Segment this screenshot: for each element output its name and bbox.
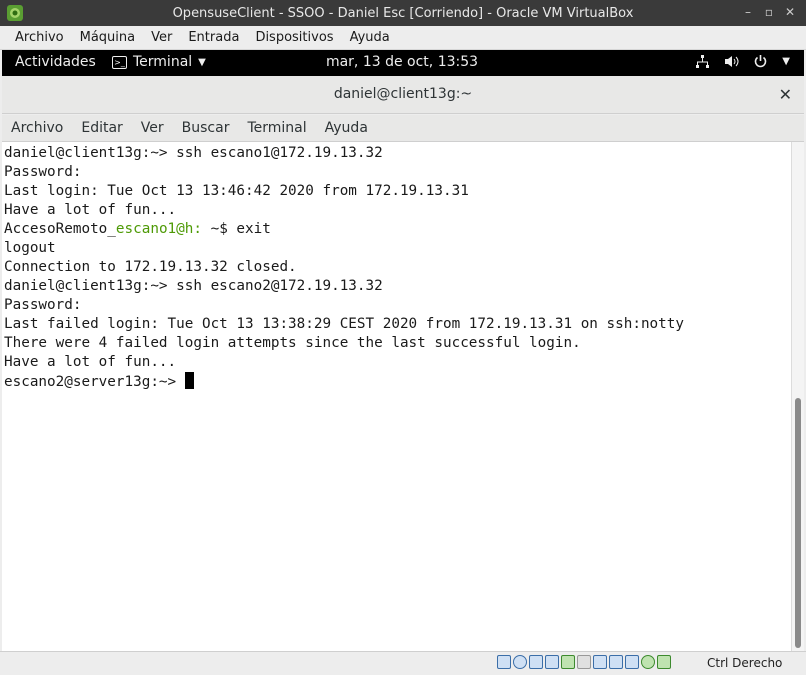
- terminal-line: logout: [4, 240, 56, 256]
- remote-prompt-user: escano1@h:: [115, 221, 202, 237]
- status-icons: [497, 655, 671, 669]
- virtualization-icon[interactable]: [625, 655, 639, 669]
- term-menu-editar[interactable]: Editar: [72, 120, 131, 136]
- optical-drive-icon[interactable]: [513, 655, 527, 669]
- window-title: OpensuseClient - SSOO - Daniel Esc [Corr…: [172, 5, 634, 21]
- terminal-menubar: Archivo Editar Ver Buscar Terminal Ayuda: [2, 115, 804, 142]
- terminal-scrollbar[interactable]: [791, 142, 804, 651]
- terminal-line: Last login: Tue Oct 13 13:46:42 2020 fro…: [4, 183, 469, 199]
- terminal-line: There were 4 failed login attempts since…: [4, 335, 581, 351]
- usb-icon[interactable]: [561, 655, 575, 669]
- maximize-icon[interactable]: ▫: [761, 4, 777, 20]
- current-prompt: escano2@server13g:~>: [4, 374, 185, 390]
- keyboard-capture-icon[interactable]: [657, 655, 671, 669]
- menu-maquina[interactable]: Máquina: [72, 30, 144, 45]
- terminal-line: daniel@client13g:~> ssh escano1@172.19.1…: [4, 145, 383, 161]
- chevron-down-icon: ▼: [782, 56, 790, 67]
- terminal-line: Have a lot of fun...: [4, 202, 177, 218]
- video-capture-icon[interactable]: [609, 655, 623, 669]
- vbox-menubar: Archivo Máquina Ver Entrada Dispositivos…: [0, 26, 806, 50]
- menu-dispositivos[interactable]: Dispositivos: [247, 30, 341, 45]
- audio-icon[interactable]: [529, 655, 543, 669]
- network-icon[interactable]: [545, 655, 559, 669]
- terminal-output[interactable]: daniel@client13g:~> ssh escano1@172.19.1…: [2, 142, 791, 651]
- terminal-line: Last failed login: Tue Oct 13 13:38:29 C…: [4, 316, 684, 332]
- shared-folders-icon[interactable]: [577, 655, 591, 669]
- terminal-line: AccesoRemoto_escano1@h: ~$ exit: [4, 220, 791, 239]
- term-menu-buscar[interactable]: Buscar: [173, 120, 239, 136]
- remote-prompt-prefix: AccesoRemoto_: [4, 221, 116, 237]
- menu-ayuda[interactable]: Ayuda: [342, 30, 398, 45]
- terminal-line: daniel@client13g:~> ssh escano2@172.19.1…: [4, 278, 383, 294]
- close-icon[interactable]: ✕: [779, 85, 792, 104]
- term-menu-ayuda[interactable]: Ayuda: [316, 120, 377, 136]
- minimize-icon[interactable]: –: [740, 4, 756, 20]
- vbox-statusbar: Ctrl Derecho: [0, 651, 806, 675]
- terminal-line: Have a lot of fun...: [4, 354, 177, 370]
- terminal-line: Password:: [4, 297, 82, 313]
- term-menu-ver[interactable]: Ver: [132, 120, 173, 136]
- terminal-line: escano2@server13g:~>: [4, 372, 791, 392]
- terminal-line: Connection to 172.19.13.32 closed.: [4, 259, 297, 275]
- menu-ver[interactable]: Ver: [143, 30, 180, 45]
- remote-prompt-command: ~$ exit: [201, 221, 271, 237]
- menu-archivo[interactable]: Archivo: [0, 30, 72, 45]
- network-wired-icon: [696, 55, 710, 68]
- scrollbar-thumb[interactable]: [795, 398, 801, 648]
- vbox-titlebar: OpensuseClient - SSOO - Daniel Esc [Corr…: [0, 0, 806, 26]
- menu-entrada[interactable]: Entrada: [180, 30, 247, 45]
- mouse-integration-icon[interactable]: [641, 655, 655, 669]
- terminal-headerbar: daniel@client13g:~ ✕: [2, 76, 804, 114]
- clock[interactable]: mar, 13 de oct, 13:53: [2, 54, 802, 70]
- text-cursor: [184, 372, 194, 389]
- host-key-label: Ctrl Derecho: [707, 656, 783, 670]
- system-tray[interactable]: ▼: [695, 54, 790, 69]
- volume-icon: [725, 56, 739, 67]
- close-window-icon[interactable]: ✕: [782, 4, 798, 20]
- hard-disk-icon[interactable]: [497, 655, 511, 669]
- display-icon[interactable]: [593, 655, 607, 669]
- virtualbox-icon: [7, 5, 23, 21]
- power-icon: [755, 55, 767, 68]
- gnome-top-bar: Actividades >_ Terminal ▼ mar, 13 de oct…: [2, 50, 804, 76]
- term-menu-archivo[interactable]: Archivo: [2, 120, 72, 136]
- terminal-line: Password:: [4, 164, 82, 180]
- term-menu-terminal[interactable]: Terminal: [238, 120, 315, 136]
- terminal-title: daniel@client13g:~: [333, 86, 473, 102]
